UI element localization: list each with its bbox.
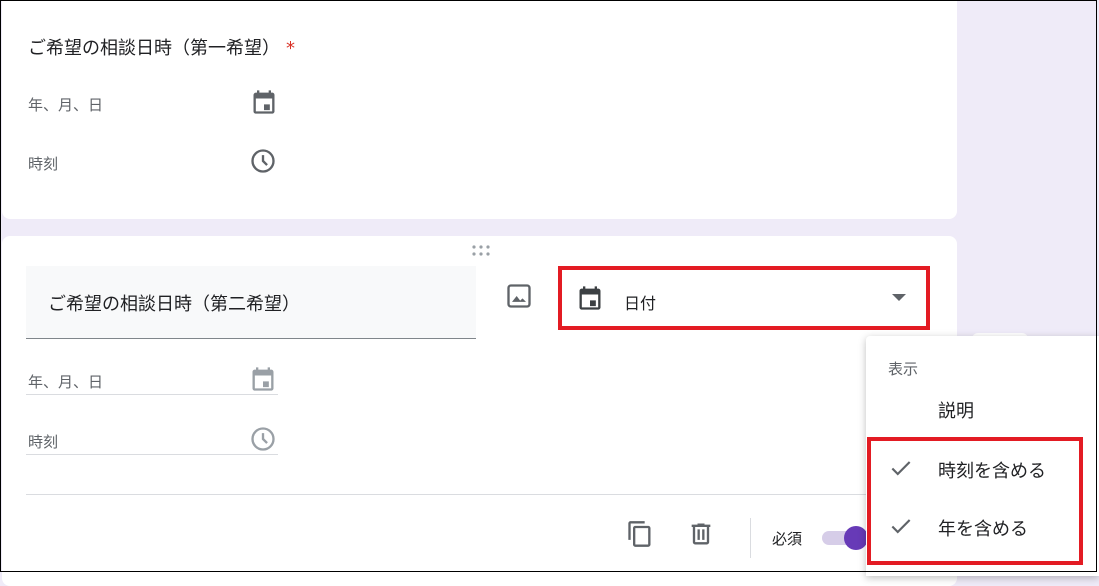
menu-item-description[interactable]: 説明	[866, 381, 1099, 437]
drag-handle-icon[interactable]	[470, 244, 492, 258]
required-toggle-thumb[interactable]	[844, 526, 868, 550]
question-type-dropdown[interactable]: 日付	[558, 266, 930, 330]
question-type-value: 日付	[624, 294, 657, 313]
time-placeholder: 時刻	[28, 155, 59, 173]
required-asterisk: *	[286, 38, 295, 59]
date-field-underline	[26, 394, 278, 395]
copy-icon[interactable]	[626, 520, 654, 548]
question-title-value: ご希望の相談日時（第二希望）	[48, 294, 300, 315]
question-title: ご希望の相談日時（第一希望） *	[28, 34, 295, 60]
footer-separator	[750, 518, 751, 558]
time-field-underline	[26, 454, 278, 455]
menu-item-label: 説明	[938, 401, 974, 422]
date-placeholder: 年、月、日	[28, 373, 104, 391]
clock-icon	[251, 149, 275, 173]
trash-icon[interactable]	[687, 520, 715, 548]
calendar-icon	[252, 367, 274, 391]
question-title-text: ご希望の相談日時（第一希望）	[28, 38, 280, 59]
date-placeholder: 年、月、日	[28, 96, 104, 114]
question-card-second-choice[interactable]: ご希望の相談日時（第二希望） 日付 年、月、日 時刻 必須	[2, 236, 957, 586]
card-footer-divider	[26, 494, 946, 495]
time-placeholder: 時刻	[28, 433, 59, 451]
image-icon[interactable]	[505, 282, 533, 310]
calendar-icon	[253, 90, 275, 114]
question-card-first-choice[interactable]: ご希望の相談日時（第一希望） * 年、月、日 時刻	[2, 0, 957, 219]
required-label: 必須	[772, 530, 803, 548]
highlight-annotation-box	[867, 437, 1083, 565]
clock-icon	[251, 427, 275, 451]
calendar-icon	[579, 286, 601, 310]
dropdown-arrow-icon	[892, 294, 906, 301]
menu-header: 表示	[888, 360, 919, 378]
question-title-input[interactable]: ご希望の相談日時（第二希望）	[26, 266, 476, 339]
